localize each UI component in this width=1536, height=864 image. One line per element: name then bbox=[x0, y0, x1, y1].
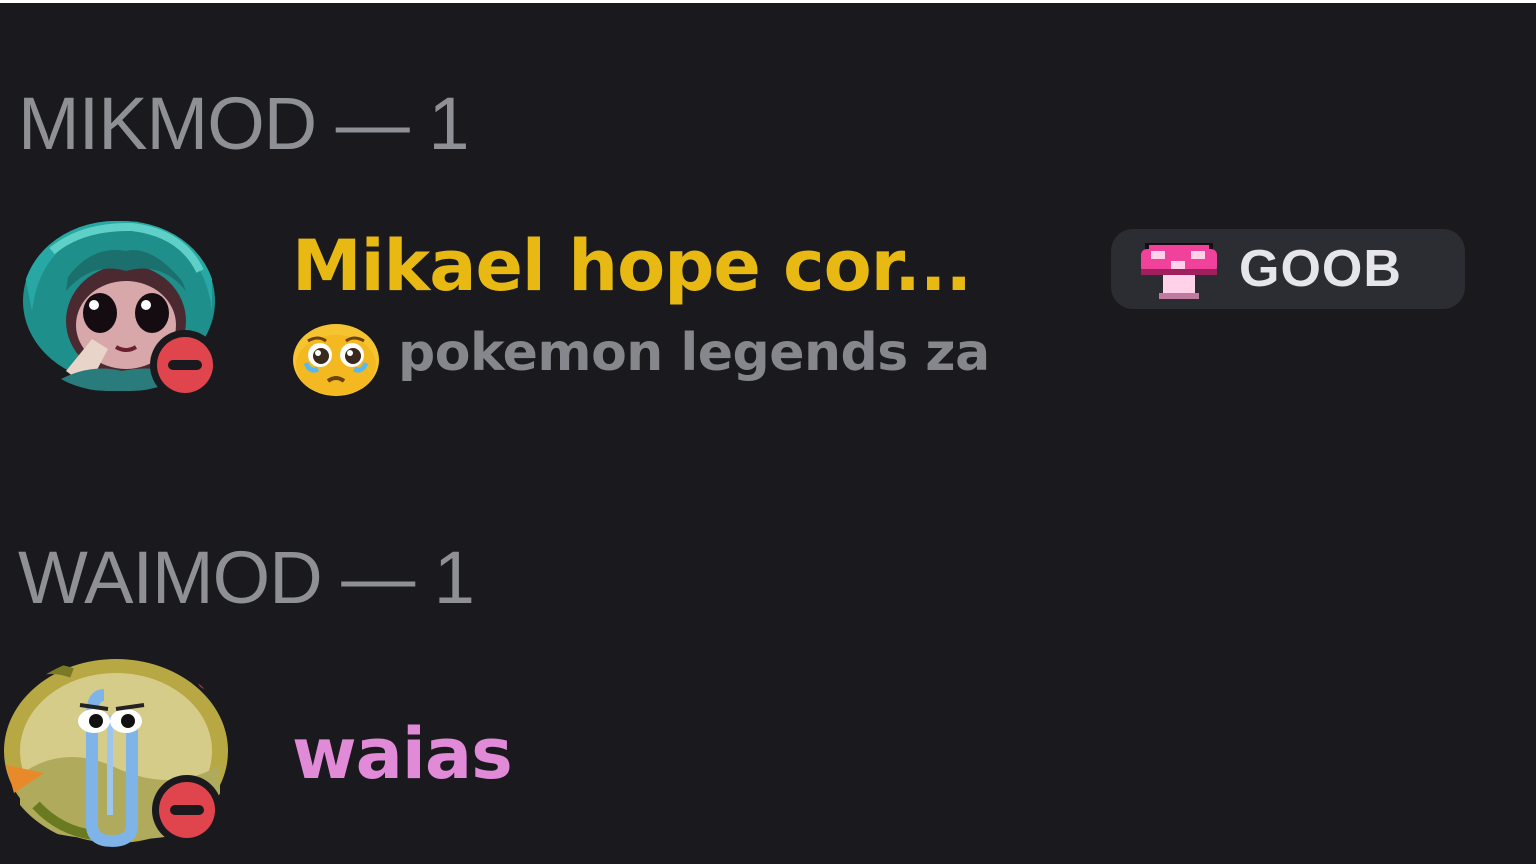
server-tag-badge[interactable]: GOOB bbox=[1111, 229, 1465, 309]
member-name[interactable]: Mikael hope cor... bbox=[292, 231, 972, 301]
activity-text: pokemon legends za bbox=[398, 323, 990, 383]
pleading-face-emoji bbox=[293, 324, 379, 396]
member-list: MIKMOD — 1 Mikael hope cor... GOOB pokem… bbox=[0, 0, 1536, 864]
role-group-header: WAIMOD — 1 bbox=[18, 536, 475, 619]
role-group-header: MIKMOD — 1 bbox=[18, 82, 469, 165]
dnd-status-icon bbox=[150, 330, 220, 400]
tag-label: GOOB bbox=[1239, 240, 1402, 298]
member-name[interactable]: waias bbox=[292, 719, 513, 789]
pink-mushroom-icon bbox=[1141, 243, 1217, 299]
dnd-status-icon bbox=[152, 775, 222, 845]
